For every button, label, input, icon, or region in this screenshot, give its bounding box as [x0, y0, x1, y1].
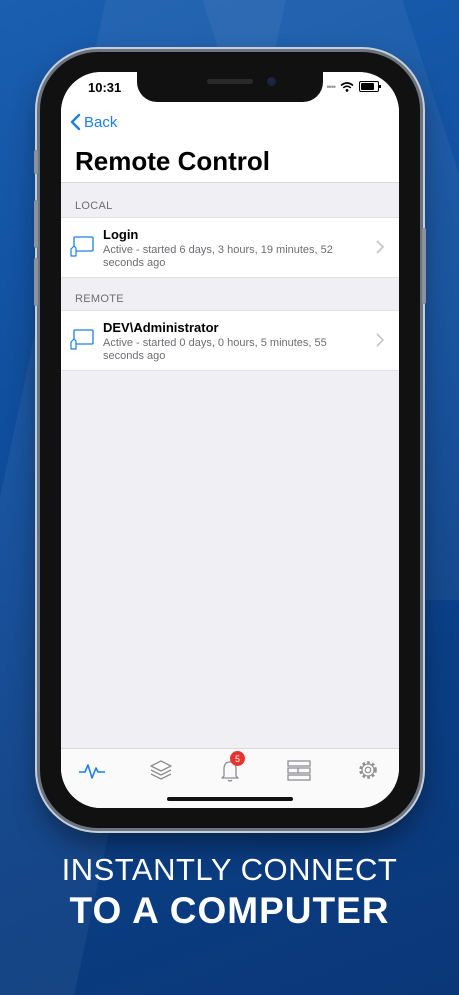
back-button[interactable]: Back	[69, 113, 117, 131]
volume-up-button	[34, 200, 38, 248]
volume-down-button	[34, 258, 38, 306]
speaker-grille	[207, 79, 253, 84]
phone-screen: 10:31 •••• Back Remote Control LOCAL Log…	[61, 72, 399, 808]
signal-icon: ••••	[326, 81, 336, 92]
session-row-administrator[interactable]: DEV\Administrator Active - started 0 day…	[61, 310, 399, 371]
tab-notifications[interactable]: 5	[215, 751, 245, 783]
power-button	[422, 228, 426, 304]
battery-icon	[359, 81, 381, 92]
tab-servers[interactable]	[284, 757, 314, 783]
camera-icon	[267, 77, 276, 86]
notch	[137, 72, 323, 102]
status-icons: ••••	[326, 81, 381, 92]
tab-bar: 5	[61, 748, 399, 808]
server-icon	[287, 760, 311, 781]
tab-layers[interactable]	[146, 757, 176, 783]
remote-screen-icon	[70, 236, 94, 257]
section-header-remote: REMOTE	[75, 293, 124, 305]
section-header-local: LOCAL	[75, 200, 113, 212]
activity-icon	[79, 764, 105, 779]
session-title: Login	[103, 227, 139, 242]
chevron-right-icon	[376, 333, 385, 347]
session-status: Active - started 0 days, 0 hours, 5 minu…	[103, 337, 327, 362]
navigation-bar: Back Remote Control	[61, 102, 399, 183]
session-title: DEV\Administrator	[103, 320, 219, 335]
layers-icon	[150, 760, 172, 780]
chevron-right-icon	[376, 240, 385, 254]
tagline-line-1: INSTANTLY CONNECT	[61, 852, 398, 887]
session-row-login[interactable]: Login Active - started 6 days, 3 hours, …	[61, 217, 399, 278]
notification-badge: 5	[230, 751, 245, 766]
session-status: Active - started 6 days, 3 hours, 19 min…	[103, 244, 333, 269]
page-title: Remote Control	[75, 146, 270, 176]
mute-switch	[34, 150, 38, 174]
chevron-left-icon	[70, 113, 81, 131]
gear-icon	[359, 761, 377, 779]
status-time: 10:31	[88, 80, 122, 95]
remote-screen-icon	[70, 329, 94, 350]
tagline-line-2: TO A COMPUTER	[69, 890, 390, 931]
tab-settings[interactable]	[353, 757, 383, 783]
phone-frame: 10:31 •••• Back Remote Control LOCAL Log…	[34, 52, 426, 828]
wifi-icon	[340, 81, 354, 92]
back-label: Back	[84, 113, 118, 131]
home-indicator	[167, 797, 293, 801]
tab-activity[interactable]	[77, 757, 107, 783]
